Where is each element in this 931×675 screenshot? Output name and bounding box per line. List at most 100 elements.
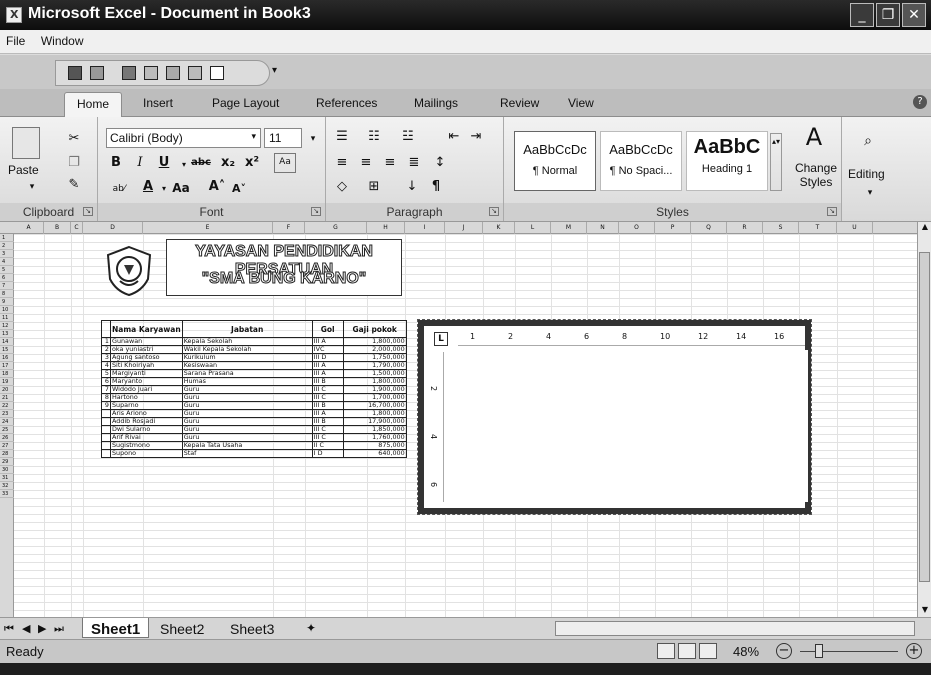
open-icon[interactable] (166, 66, 180, 80)
table-cell[interactable]: 1,760,000 (342, 433, 407, 442)
font-size-box[interactable]: 11 (264, 128, 302, 148)
maximize-button[interactable]: ❐ (876, 3, 900, 27)
cut-icon[interactable]: ✂ (66, 131, 82, 147)
column-header-l[interactable]: L (515, 222, 551, 234)
header-nama[interactable]: Nama Karyawan (110, 320, 183, 338)
table-cell[interactable]: oka yuniastri (110, 345, 183, 354)
table-cell[interactable]: 17,900,000 (342, 417, 407, 426)
table-cell[interactable] (101, 449, 111, 458)
table-cell[interactable]: III D (311, 353, 344, 362)
table-cell[interactable]: 1,500,000 (342, 369, 407, 378)
next-sheet-icon[interactable]: ▶ (38, 622, 46, 635)
row-header[interactable]: 6 (0, 274, 14, 282)
editing-button[interactable]: Editing (848, 167, 885, 181)
line-spacing-icon[interactable]: ↕ (432, 155, 448, 171)
table-cell[interactable]: III B (311, 377, 344, 386)
binoculars-icon[interactable]: ⌕ (860, 133, 876, 149)
underline-icon[interactable]: U (156, 155, 172, 171)
row-header[interactable]: 32 (0, 482, 14, 490)
row-header[interactable]: 1 (0, 234, 14, 242)
table-cell[interactable]: III C (311, 425, 344, 434)
table-cell[interactable]: 5 (101, 369, 111, 378)
bold-icon[interactable]: B (108, 155, 124, 171)
menu-window[interactable]: Window (35, 30, 90, 52)
table-cell[interactable]: Maryanto (110, 377, 183, 386)
table-cell[interactable]: 640,000 (342, 449, 407, 458)
last-sheet-icon[interactable]: ⏭ (54, 622, 64, 636)
normal-view-icon[interactable] (657, 643, 675, 659)
table-cell[interactable]: I D (311, 449, 344, 458)
show-formatting-icon[interactable]: ¶ (428, 179, 444, 195)
font-launcher-icon[interactable]: ↘ (311, 207, 321, 216)
table-cell[interactable]: Guru (181, 385, 313, 394)
column-header-b[interactable]: B (44, 222, 71, 234)
column-header-q[interactable]: Q (691, 222, 727, 234)
header-gol[interactable]: Gol (311, 320, 344, 338)
column-header-a[interactable]: A (14, 222, 44, 234)
table-cell[interactable]: Widodo Juari (110, 385, 183, 394)
page-layout-view-icon[interactable] (678, 643, 696, 659)
table-cell[interactable] (101, 417, 111, 426)
clipboard-launcher-icon[interactable]: ↘ (83, 207, 93, 216)
row-header[interactable]: 21 (0, 394, 14, 402)
help-icon[interactable]: ? (913, 95, 927, 109)
row-header[interactable]: 7 (0, 282, 14, 290)
format-painter-icon[interactable]: ✎ (66, 177, 82, 193)
table-cell[interactable]: III A (311, 337, 344, 346)
table-cell[interactable]: Gunawan (110, 337, 183, 346)
scroll-up-icon[interactable]: ▲ (919, 222, 931, 234)
embedded-document-object[interactable]: L 1 2 4 6 8 10 12 14 16 246 (417, 319, 812, 515)
justify-icon[interactable]: ≣ (406, 155, 422, 171)
row-header[interactable]: 14 (0, 338, 14, 346)
table-cell[interactable]: Suparno (110, 401, 183, 410)
shrink-font-icon[interactable]: A˅ (230, 181, 248, 197)
table-cell[interactable]: Addib Rosjadi (110, 417, 183, 426)
insert-sheet-icon[interactable]: ✦ (298, 618, 324, 638)
subscript-icon[interactable]: x₂ (220, 155, 236, 171)
table-cell[interactable]: Wakil Kepala Sekolah (181, 345, 313, 354)
table-cell[interactable] (101, 441, 111, 450)
scroll-thumb[interactable] (919, 252, 930, 582)
redo-icon[interactable] (122, 66, 136, 80)
column-header-e[interactable]: E (143, 222, 273, 234)
table-cell[interactable]: 875,000 (342, 441, 407, 450)
sheet-tab-1[interactable]: Sheet1 (82, 618, 150, 638)
new-document-icon[interactable] (210, 66, 224, 80)
style-heading-1[interactable]: AaBbC Heading 1 (686, 131, 768, 191)
table-cell[interactable] (101, 409, 111, 418)
tab-view[interactable]: View (568, 96, 594, 110)
row-header[interactable]: 31 (0, 474, 14, 482)
tab-selector-icon[interactable]: L (434, 332, 448, 346)
table-cell[interactable]: 3 (101, 353, 111, 362)
row-header[interactable]: 24 (0, 418, 14, 426)
prev-sheet-icon[interactable]: ◀ (22, 622, 30, 635)
row-header[interactable]: 8 (0, 290, 14, 298)
multilevel-list-icon[interactable]: ☳ (400, 129, 416, 145)
excel-app-icon[interactable] (6, 7, 22, 23)
column-header-n[interactable]: N (587, 222, 619, 234)
table-cell[interactable]: Guru (181, 409, 313, 418)
style-no-spacing[interactable]: AaBbCcDc ¶ No Spaci... (600, 131, 682, 191)
row-header[interactable]: 5 (0, 266, 14, 274)
table-cell[interactable]: 1,700,000 (342, 393, 407, 402)
bullets-icon[interactable]: ☰ (334, 129, 350, 145)
row-header[interactable]: 30 (0, 466, 14, 474)
row-header[interactable]: 26 (0, 434, 14, 442)
table-cell[interactable]: Siti Khoiriyah (110, 361, 183, 370)
table-cell[interactable]: 1,800,000 (342, 337, 407, 346)
table-cell[interactable]: 7 (101, 385, 111, 394)
table-cell[interactable]: 8 (101, 393, 111, 402)
table-cell[interactable]: Guru (181, 425, 313, 434)
styles-launcher-icon[interactable]: ↘ (827, 207, 837, 216)
menu-file[interactable]: File (0, 30, 31, 52)
table-cell[interactable]: Sarana Prasana (181, 369, 313, 378)
table-cell[interactable]: III A (311, 361, 344, 370)
layout-icon[interactable] (188, 66, 202, 80)
change-case-icon[interactable]: Aa (170, 180, 192, 196)
document-page[interactable] (458, 350, 808, 502)
row-header[interactable]: 18 (0, 370, 14, 378)
tab-review[interactable]: Review (500, 96, 539, 110)
sort-icon[interactable]: ↓ (404, 179, 420, 195)
scroll-down-icon[interactable]: ▼ (919, 605, 931, 617)
first-sheet-icon[interactable]: ⏮ (4, 622, 14, 636)
